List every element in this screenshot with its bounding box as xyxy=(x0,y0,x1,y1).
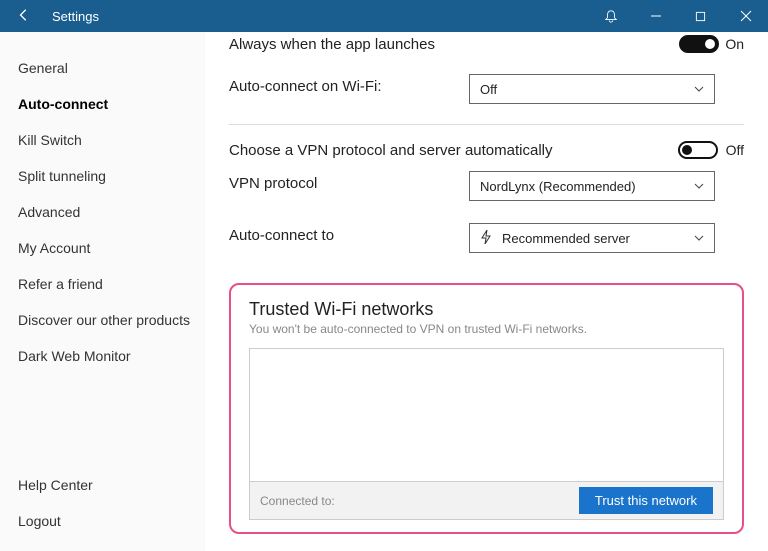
content-pane: Always when the app launches On Auto-con… xyxy=(205,32,768,551)
sidebar-item-refer-friend[interactable]: Refer a friend xyxy=(18,266,205,302)
connect-to-select-value: Recommended server xyxy=(502,231,630,246)
auto-protocol-toggle[interactable] xyxy=(678,141,718,159)
wifi-label: Auto-connect on Wi-Fi: xyxy=(229,74,469,99)
sidebar-help-center[interactable]: Help Center xyxy=(18,467,205,503)
sidebar-item-my-account[interactable]: My Account xyxy=(18,230,205,266)
sidebar-item-dark-web-monitor[interactable]: Dark Web Monitor xyxy=(18,338,205,374)
sidebar-logout[interactable]: Logout xyxy=(18,503,205,539)
connect-to-label: Auto-connect to xyxy=(229,223,469,248)
protocol-label: VPN protocol xyxy=(229,171,469,196)
chevron-down-icon xyxy=(694,180,704,192)
chevron-down-icon xyxy=(694,83,704,95)
back-button[interactable] xyxy=(8,8,40,25)
wifi-row: Auto-connect on Wi-Fi: Off xyxy=(229,68,744,110)
trusted-list-items xyxy=(250,349,723,481)
sidebar: General Auto-connect Kill Switch Split t… xyxy=(0,32,205,551)
sidebar-item-split-tunneling[interactable]: Split tunneling xyxy=(18,158,205,194)
launch-label: Always when the app launches xyxy=(229,36,435,53)
wifi-select-value: Off xyxy=(480,82,497,97)
minimize-button[interactable] xyxy=(633,0,678,32)
connect-to-row: Auto-connect to Recommended server xyxy=(229,217,744,259)
launch-toggle-state: On xyxy=(725,36,744,52)
sidebar-item-advanced[interactable]: Advanced xyxy=(18,194,205,230)
wifi-select[interactable]: Off xyxy=(469,74,715,104)
close-button[interactable] xyxy=(723,0,768,32)
auto-protocol-row: Choose a VPN protocol and server automat… xyxy=(229,135,744,165)
trusted-listbox: Connected to: Trust this network xyxy=(249,348,724,520)
maximize-button[interactable] xyxy=(678,0,723,32)
auto-protocol-label: Choose a VPN protocol and server automat… xyxy=(229,142,553,159)
separator xyxy=(229,124,744,125)
trusted-heading: Trusted Wi-Fi networks xyxy=(249,299,724,320)
trusted-footer: Connected to: Trust this network xyxy=(250,481,723,519)
notifications-icon[interactable] xyxy=(588,0,633,32)
protocol-select-value: NordLynx (Recommended) xyxy=(480,179,636,194)
launch-toggle[interactable] xyxy=(679,35,719,53)
trust-network-button[interactable]: Trust this network xyxy=(579,487,713,514)
titlebar: Settings xyxy=(0,0,768,32)
sidebar-item-general[interactable]: General xyxy=(18,50,205,86)
sidebar-item-discover-products[interactable]: Discover our other products xyxy=(18,302,205,338)
connected-to-label: Connected to: xyxy=(260,494,335,508)
sidebar-item-kill-switch[interactable]: Kill Switch xyxy=(18,122,205,158)
chevron-down-icon xyxy=(694,232,704,244)
launch-row: Always when the app launches On xyxy=(229,32,744,56)
auto-protocol-state: Off xyxy=(726,142,744,158)
connect-to-select[interactable]: Recommended server xyxy=(469,223,715,253)
trusted-wifi-card: Trusted Wi-Fi networks You won't be auto… xyxy=(229,283,744,534)
protocol-select[interactable]: NordLynx (Recommended) xyxy=(469,171,715,201)
protocol-row: VPN protocol NordLynx (Recommended) xyxy=(229,165,744,207)
sidebar-item-auto-connect[interactable]: Auto-connect xyxy=(18,86,205,122)
trusted-desc: You won't be auto-connected to VPN on tr… xyxy=(249,322,724,336)
lightning-icon xyxy=(480,230,492,247)
window-title: Settings xyxy=(52,9,99,24)
